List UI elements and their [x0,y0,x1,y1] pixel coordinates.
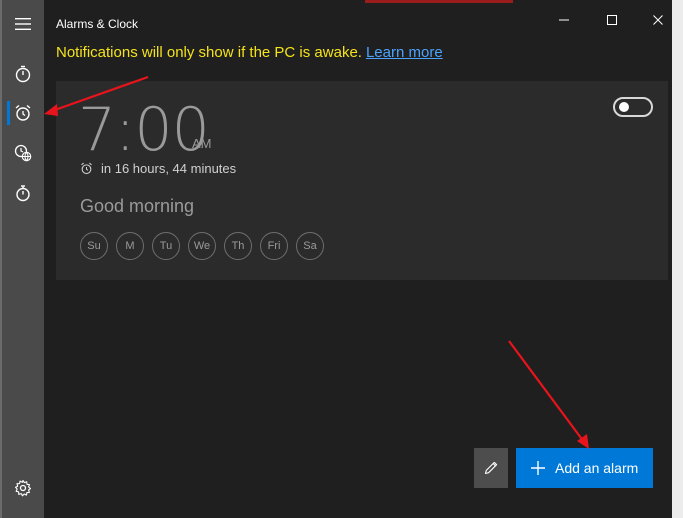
window-title: Alarms & Clock [56,17,139,31]
hamburger-icon [15,18,31,30]
learn-more-link[interactable]: Learn more [366,44,443,61]
repeat-days: Su M Tu We Th Fri Sa [80,232,324,260]
day-saturday: Sa [296,232,324,260]
alarm-name: Good morning [80,196,195,216]
background-window-edge [672,0,683,518]
alarm-countdown: in 16 hours, 44 minutes [80,161,236,176]
alarm-ampm: AM [192,136,212,151]
nav-stopwatch[interactable] [2,174,44,212]
day-tuesday: Tu [152,232,180,260]
pencil-icon [484,461,498,475]
alarm-clock-icon [15,104,31,121]
alarm-card[interactable]: 7:00 AM in 16 hours, 44 minutes Good mor… [56,81,668,280]
countdown-text: in 16 hours, 44 minutes [101,161,237,176]
nav-timer[interactable] [2,55,44,93]
maximize-button[interactable] [589,0,635,40]
edit-alarms-button[interactable] [474,448,508,488]
timer-icon [15,65,31,83]
alarm-clock-icon [81,162,92,175]
add-alarm-label: Add an alarm [555,460,639,476]
stopwatch-icon [16,185,30,202]
gear-icon [14,479,32,497]
day-thursday: Th [224,232,252,260]
notice-text: Notifications will only show if the PC i… [56,44,362,61]
alarm-toggle[interactable] [613,97,653,117]
close-icon [653,15,663,25]
annotation-arrow-add-alarm [508,340,589,449]
nav-alarm[interactable] [2,94,44,132]
minimize-icon [559,19,569,21]
hamburger-menu-button[interactable] [2,5,44,43]
day-sunday: Su [80,232,108,260]
maximize-icon [607,15,617,25]
day-friday: Fri [260,232,288,260]
day-monday: M [116,232,144,260]
wake-notice: Notifications will only show if the PC i… [56,44,443,61]
title-bar: Alarms & Clock [44,0,683,40]
toggle-knob [619,102,629,112]
alarm-time: 7:00 [78,95,210,165]
nav-world-clock[interactable] [2,134,44,172]
add-alarm-button[interactable]: Add an alarm [516,448,653,488]
plus-icon [531,461,545,475]
close-button[interactable] [635,0,681,40]
nav-rail [0,0,44,518]
world-clock-icon [14,144,32,162]
day-wednesday: We [188,232,216,260]
nav-settings[interactable] [2,469,44,507]
minimize-button[interactable] [541,0,587,40]
